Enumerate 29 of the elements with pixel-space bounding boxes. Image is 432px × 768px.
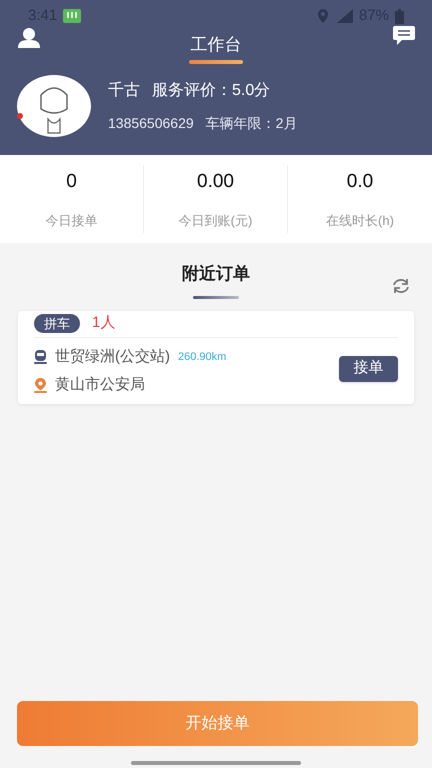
destination-location: 黄山市公安局 (55, 375, 145, 395)
page-title: 工作台 (190, 34, 242, 56)
stat-value: 0.00 (197, 170, 234, 194)
location-icon (316, 9, 329, 23)
phone-number: 13856506629 (108, 114, 194, 132)
location-pin-icon (34, 378, 47, 393)
bus-icon (34, 350, 47, 364)
app-icon (63, 9, 82, 23)
stat-label: 今日到账(元) (178, 212, 252, 230)
stat-label: 在线时长(h) (326, 212, 394, 230)
section-title: 附近订单 (182, 263, 250, 285)
stat-value: 0 (66, 170, 77, 194)
title-underline (193, 296, 239, 298)
service-rating: 服务评价：5.0分 (152, 80, 270, 100)
refresh-icon[interactable] (392, 278, 410, 294)
distance: 260.90km (178, 350, 226, 364)
ride-type-tag: 拼车 (34, 314, 80, 333)
title-underline (189, 60, 243, 64)
vehicle-age: 车辆年限：2月 (206, 114, 298, 132)
message-icon[interactable] (393, 26, 415, 45)
signal-icon (334, 9, 353, 23)
pickup-location: 世贸绿洲(公交站) (55, 346, 170, 366)
stat-value: 0.0 (346, 170, 374, 194)
passenger-count: 1人 (92, 313, 116, 334)
driver-name: 千古 (108, 80, 140, 100)
user-icon[interactable] (18, 28, 40, 48)
accept-order-button[interactable]: 接单 (339, 356, 398, 382)
battery-icon (395, 8, 404, 24)
stat-label: 今日接单 (46, 212, 98, 230)
